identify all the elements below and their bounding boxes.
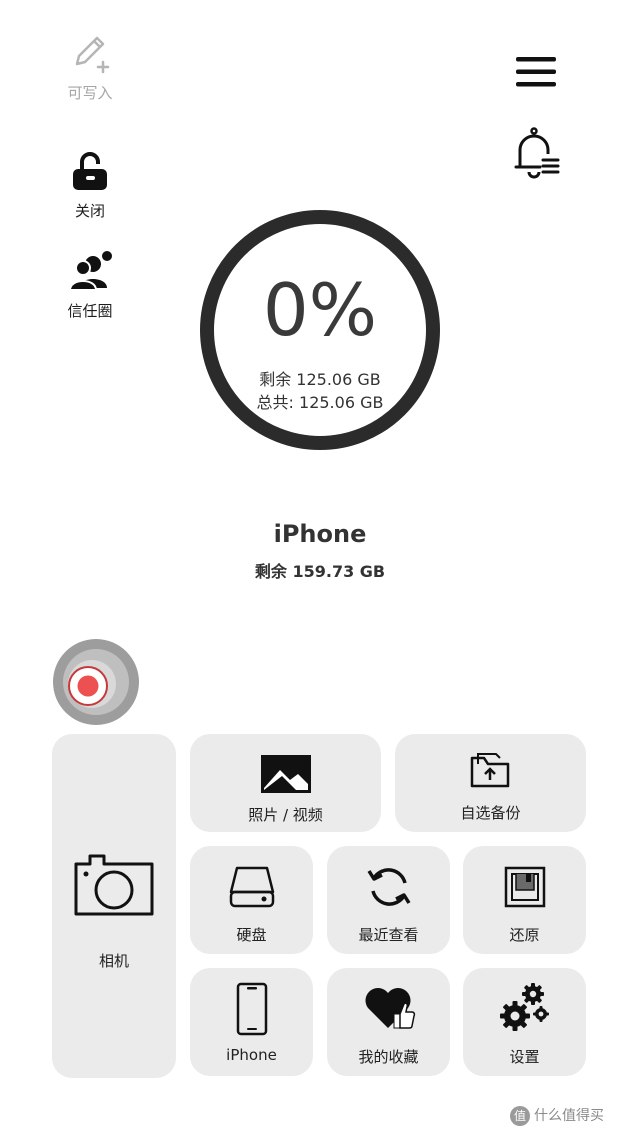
settings-tile[interactable]: 设置 bbox=[463, 968, 586, 1076]
watermark: 值什么值得买 bbox=[510, 1103, 638, 1129]
hamburger-menu-icon bbox=[516, 57, 556, 87]
iphone-label: iPhone bbox=[226, 1046, 277, 1064]
camera-tile[interactable]: 相机 bbox=[52, 734, 176, 1078]
storage-ring: 0% 剩余 125.06 GB 总共: 125.06 GB bbox=[198, 208, 442, 452]
settings-label: 设置 bbox=[509, 1048, 540, 1066]
unlock-icon bbox=[73, 152, 107, 190]
users-icon bbox=[68, 251, 112, 291]
recently-viewed-label: 最近查看 bbox=[358, 926, 419, 944]
my-favorites-label: 我的收藏 bbox=[358, 1048, 419, 1066]
write-status-item[interactable]: 可写入 bbox=[50, 30, 130, 103]
storage-total: 总共: 125.06 GB bbox=[256, 393, 384, 412]
device-remaining: 剩余 159.73 GB bbox=[254, 562, 386, 581]
record-icon bbox=[53, 639, 139, 725]
camera-icon bbox=[74, 854, 154, 916]
heart-thumb-icon bbox=[365, 988, 415, 1029]
refresh-icon bbox=[367, 868, 410, 906]
phone-icon bbox=[236, 982, 267, 1036]
app-screen: 可写入 关闭 信任圈 0% 剩余 125.06 GB 总共: 125.06 GB… bbox=[0, 0, 640, 1138]
hard-disk-tile[interactable]: 硬盘 bbox=[190, 846, 313, 954]
write-status-label: 可写入 bbox=[67, 84, 113, 102]
photos-label: 照片 / 视频 bbox=[248, 806, 323, 824]
folder-upload-icon bbox=[470, 753, 509, 788]
lock-toggle-item[interactable]: 关闭 bbox=[50, 150, 130, 221]
notification-bell-icon bbox=[514, 127, 560, 179]
storage-remaining: 剩余 125.06 GB bbox=[259, 370, 381, 389]
my-favorites-tile[interactable]: 我的收藏 bbox=[327, 968, 450, 1076]
pencil-plus-icon bbox=[75, 36, 110, 74]
lock-toggle-label: 关闭 bbox=[74, 202, 105, 220]
camera-label: 相机 bbox=[98, 952, 129, 970]
iphone-tile[interactable]: iPhone bbox=[190, 968, 313, 1076]
photos-tile[interactable]: 照片 / 视频 bbox=[190, 734, 381, 832]
custom-backup-label: 自选备份 bbox=[460, 804, 521, 822]
trust-circle-item[interactable]: 信任圈 bbox=[50, 250, 130, 321]
restore-label: 还原 bbox=[509, 926, 540, 944]
photo-icon bbox=[260, 755, 311, 793]
storage-percent: 0% bbox=[262, 268, 378, 352]
gears-icon bbox=[499, 983, 549, 1031]
menu-button[interactable] bbox=[512, 54, 560, 90]
custom-backup-tile[interactable]: 自选备份 bbox=[395, 734, 586, 832]
restore-box-icon bbox=[504, 866, 545, 908]
floating-record-button[interactable] bbox=[52, 638, 140, 726]
device-name: iPhone bbox=[273, 520, 367, 548]
watermark-text: 什么值得买 bbox=[534, 1108, 604, 1124]
notification-button[interactable] bbox=[510, 126, 562, 182]
restore-tile[interactable]: 还原 bbox=[463, 846, 586, 954]
trust-circle-label: 信任圈 bbox=[67, 302, 113, 320]
hard-disk-label: 硬盘 bbox=[236, 926, 267, 944]
watermark-logo: 值 bbox=[510, 1106, 530, 1126]
hard-drive-icon bbox=[229, 866, 274, 908]
recently-viewed-tile[interactable]: 最近查看 bbox=[327, 846, 450, 954]
